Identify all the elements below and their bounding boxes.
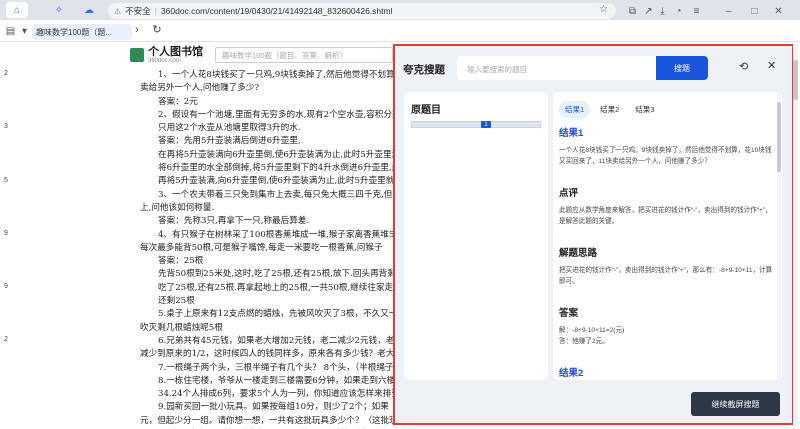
margin-number: 2: [4, 336, 8, 344]
page-tab-title: 趣味数学100题（题...: [36, 27, 113, 37]
close-icon[interactable]: ✕: [767, 59, 776, 72]
maximize-icon[interactable]: □: [748, 5, 761, 18]
article-line: 将6升壶里的水全部倒掉,将5升壶里剩下的4升水倒进6升壶里,此: [158, 163, 400, 174]
article-line: 4、有只猴子在树林采了100根香蕉堆成一堆,猴子家离香蕉堆50: [158, 229, 400, 240]
margin-number: 3: [4, 123, 8, 131]
article-line: 上,问他该如何称量.: [140, 202, 215, 213]
result1-heading: 结果1: [559, 128, 584, 139]
review-text: 此题应从数学角度来解答，把买进花的钱计作“-”，卖出得到的钱计作“+”，是解答此…: [559, 207, 772, 225]
article-line: 只用这2个水壶从池塘里取得3升的水.: [158, 123, 301, 134]
original-question-card: 原题目 1: [404, 92, 548, 380]
url-text: 360doc.com/content/19/0430/21/41492148_8…: [160, 6, 393, 16]
article-line: 34.24个人排成6列，要求5个人为一列，你知道应该怎样来排列吗？: [158, 389, 400, 400]
account-icon[interactable]: ◔: [672, 5, 685, 18]
continue-screenshot-search-button[interactable]: 继续截屏搜题: [691, 392, 780, 416]
article-line: 9.园新买回一批小玩具。如果按每组10分，则少了2个；如果: [158, 402, 389, 413]
article-line: 每次最多能背50根,可是猴子嘴馋,每走一米要吃一根香蕉,问猴子: [140, 242, 383, 253]
review-heading: 点评: [559, 188, 579, 199]
site-logo[interactable]: 个人图书馆 360doc.com: [130, 46, 203, 64]
result2-heading: 结果2: [559, 368, 584, 379]
margin-number: 2: [4, 70, 8, 77]
article-line: 8.一栋住宅楼，爷爷从一楼走到三楼需要6分钟，如果走到六楼，要: [158, 375, 400, 386]
article-line: 在再将5升壶装满向6升壶里倒,使6升壶装满为止,此时5升壶里还: [158, 149, 400, 160]
page-scrollbar[interactable]: [793, 44, 798, 425]
results-card: 结果1 结果2 结果3 结果1 一个人花8块钱买了一只鸡，9块钱卖掉了，然后他觉…: [553, 92, 782, 380]
extensions-icon[interactable]: ⧉: [626, 5, 639, 18]
article-line: 吹灭剩几根蜡烛呢5根: [140, 322, 223, 333]
margin-number: 9: [4, 229, 8, 237]
article-line: 7.一根绳子两个头，三根半绳子有几个头？ 8个头，（半根绳子也: [158, 362, 400, 373]
article-line: 3、一个农夫带着三只免到集市上去卖,每只免大概三四千克,但农: [158, 189, 400, 200]
article-line: 卖给另外一个人,问他赚了多少?: [140, 83, 260, 94]
home-tab-icon[interactable]: ⌂: [6, 2, 28, 18]
tab-result-2[interactable]: 结果2: [594, 101, 625, 118]
question-badge: 1: [481, 121, 491, 128]
solution-text: 把买进花的钱计作“-”，卖出得到的钱计作“+”，那么有：-8+9-10+11，计…: [559, 267, 773, 285]
tab-list-icon[interactable]: ▾: [18, 25, 31, 38]
article-line: 先背50根到25米处,这时,吃了25根,还有25根,放下.回头再背剩下: [158, 269, 400, 280]
result-tabs: 结果1 结果2 结果3: [559, 101, 661, 118]
bookmark-star-icon[interactable]: ☆: [599, 4, 608, 15]
article-line: 答案：25根: [158, 256, 204, 267]
share-icon[interactable]: ↗: [642, 5, 655, 18]
tab-result-3[interactable]: 结果3: [629, 101, 660, 118]
article-line: 还剩25根: [158, 296, 195, 307]
question-search-input[interactable]: 输入要搜索的题目: [457, 56, 657, 80]
results-scroll-thumb[interactable]: [777, 102, 781, 172]
search-button[interactable]: 搜题: [656, 56, 708, 80]
logo-subtitle: 360doc.com: [148, 58, 181, 65]
article-line: 再将5升壶装满,向6升壶里倒,使6升壶装满为止,此时5升壶里就: [158, 176, 395, 187]
warning-icon: ⚠: [114, 6, 122, 16]
address-bar[interactable]: ⚠ 不安全 | 360doc.com/content/19/0430/21/41…: [108, 3, 616, 19]
page-scroll-thumb[interactable]: [793, 60, 798, 100]
article-line: 答案：2元: [158, 96, 198, 107]
left-margin-numbers: 2 3 5 9 9 2: [4, 67, 8, 387]
url-warning-label: 不安全: [125, 6, 151, 16]
answer-line-2: 答：他赚了2元。: [559, 338, 609, 345]
panel-title: 夸克搜题: [403, 64, 445, 76]
forward-icon[interactable]: ›: [130, 24, 144, 38]
result1-text: 一个人花8块钱买了一只鸡，9块钱卖掉了，然后他觉得不划算，花10块钱又买回来了，…: [559, 147, 772, 165]
result-body: 结果1 一个人花8块钱买了一只鸡，9块钱卖掉了，然后他觉得不划算，花10块钱又买…: [559, 125, 777, 380]
url-separator: |: [154, 6, 157, 16]
download-icon[interactable]: ⤓: [656, 5, 669, 18]
margin-number: 9: [4, 283, 8, 291]
page-tab[interactable]: 趣味数学100题（题...: [32, 24, 132, 40]
article-body: 1、一个人花8块钱买了一只鸡,9块钱卖掉了,然后他觉得不划算,花卖给另外一个人,…: [140, 69, 400, 429]
original-question-title: 原题目: [411, 105, 441, 116]
article-line: 2、假设有一个池塘,里面有无穷多的水,现有2个空水壶,容积分别: [158, 109, 400, 120]
article-line: 减少到原来的1/2，这时候四人的钱同样多，原来各有多少钱？老大: [140, 349, 395, 360]
article-line: 答案：先称3只,再拿下一只,称最后算差.: [158, 216, 310, 227]
extension-tab-icon[interactable]: ✧: [48, 2, 70, 18]
margin-number: 5: [4, 176, 8, 184]
solution-heading: 解题思路: [559, 248, 598, 259]
article-line: 1、一个人花8块钱买了一只鸡,9块钱卖掉了,然后他觉得不划算,花: [158, 70, 400, 80]
quark-search-panel: 夸克搜题 输入要搜索的题目 搜题 ⟲ ✕ 原题目 1 结果1 结果2 结果3 结…: [393, 44, 794, 425]
history-icon[interactable]: ⟲: [739, 60, 748, 73]
article-line: 答案：先用5升壶装满后倒进6升壶里,: [158, 136, 301, 147]
logo-icon: [130, 48, 144, 63]
logo-name: 个人图书馆: [148, 46, 203, 58]
question-screenshot[interactable]: [411, 121, 541, 128]
article-line: 吃了25根,还有25根.再拿起地上的25根,一共50根,继续往家走,一共25: [158, 282, 400, 293]
sidebar-toggle-icon[interactable]: ▤: [4, 25, 17, 38]
close-window-icon[interactable]: ✕: [772, 5, 785, 18]
menu-icon[interactable]: ≡: [690, 5, 703, 18]
answer-heading: 答案: [559, 308, 579, 319]
article-line: 6.兄弟共有45元钱，如果老大增加2元钱，老二减少2元钱，老三: [158, 335, 400, 346]
cloud-tab-icon[interactable]: ☁: [78, 2, 100, 18]
tab-result-1[interactable]: 结果1: [559, 101, 591, 118]
reload-icon[interactable]: ↻: [150, 24, 164, 38]
answer-line-1: 解：-8+9-10+11=2(元): [559, 327, 625, 334]
minimize-icon[interactable]: –: [722, 5, 735, 18]
article-line: 5.桌子上原来有12支点燃的蜡烛，先被风吹灭了3根，不久又一阵: [158, 309, 400, 320]
site-search-input[interactable]: 趣味数学100题（题目、答案、解析）: [215, 47, 393, 63]
article-line: 元，但起少分一组。请你想一想，一共有这批玩具多少个？（这批玩: [140, 415, 398, 426]
